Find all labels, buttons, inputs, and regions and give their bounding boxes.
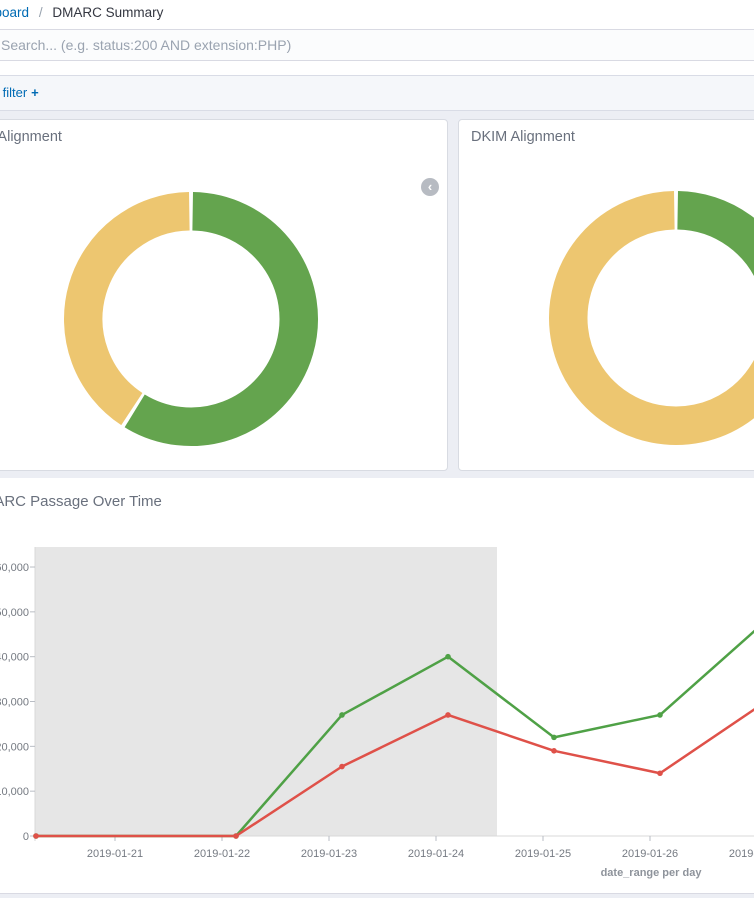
plus-icon: + xyxy=(31,85,39,100)
y-tick-label: 40,000 xyxy=(0,652,29,664)
breadcrumb-current-page: DMARC Summary xyxy=(52,5,163,20)
filter-bar: Add a filter + xyxy=(0,75,754,111)
red-series-point[interactable] xyxy=(233,833,239,839)
y-tick-label: 0 xyxy=(23,831,29,843)
collapse-panel-icon[interactable]: ‹ xyxy=(421,178,439,196)
dkim-panel-title: DKIM Alignment xyxy=(471,129,575,145)
x-tick-label: 2019-01-21 xyxy=(87,848,143,860)
add-filter-link[interactable]: Add a filter + xyxy=(0,85,39,100)
y-tick-label: 50,000 xyxy=(0,607,29,619)
breadcrumb: Dashboard / DMARC Summary xyxy=(0,5,163,20)
y-tick-label: 10,000 xyxy=(0,786,29,798)
x-tick-label: 2019-01-27 xyxy=(729,848,754,860)
green-series-point[interactable] xyxy=(551,735,557,741)
x-tick-label: 2019-01-22 xyxy=(194,848,250,860)
dmarc-passage-title: DMARC Passage Over Time xyxy=(0,493,162,510)
add-filter-label: Add a filter xyxy=(0,85,27,100)
red-series-point[interactable] xyxy=(657,770,663,776)
red-series-point[interactable] xyxy=(445,712,451,718)
x-tick-label: 2019-01-25 xyxy=(515,848,571,860)
x-tick-label: 2019-01-24 xyxy=(408,848,464,860)
dmarc-dashboard-screen: Dashboard / DMARC Summary Add a filter+ … xyxy=(0,0,754,898)
y-tick-label: 60,000 xyxy=(0,562,29,574)
red-series-point[interactable] xyxy=(33,833,39,839)
green-series-point[interactable] xyxy=(445,654,451,660)
red-series-point[interactable] xyxy=(551,748,557,754)
breadcrumb-separator: / xyxy=(39,5,43,20)
x-axis-title: date_range per day xyxy=(601,867,703,879)
green-series-point[interactable] xyxy=(339,712,345,718)
green-series-point[interactable] xyxy=(657,712,663,718)
breadcrumb-dashboard-link[interactable]: Dashboard xyxy=(0,5,29,20)
x-tick-label: 2019-01-23 xyxy=(301,848,357,860)
search-input[interactable] xyxy=(0,29,754,61)
red-series-point[interactable] xyxy=(339,764,345,770)
y-tick-label: 20,000 xyxy=(0,741,29,753)
spf-panel-title: SPF Alignment xyxy=(0,129,62,145)
y-tick-label: 30,000 xyxy=(0,697,29,709)
line-chart: 0 10,000 20,000 30,000 40,000 50,000 60,000 201… xyxy=(0,540,754,885)
time-range-shaded-region xyxy=(35,547,497,836)
x-tick-label: 2019-01-26 xyxy=(622,848,678,860)
